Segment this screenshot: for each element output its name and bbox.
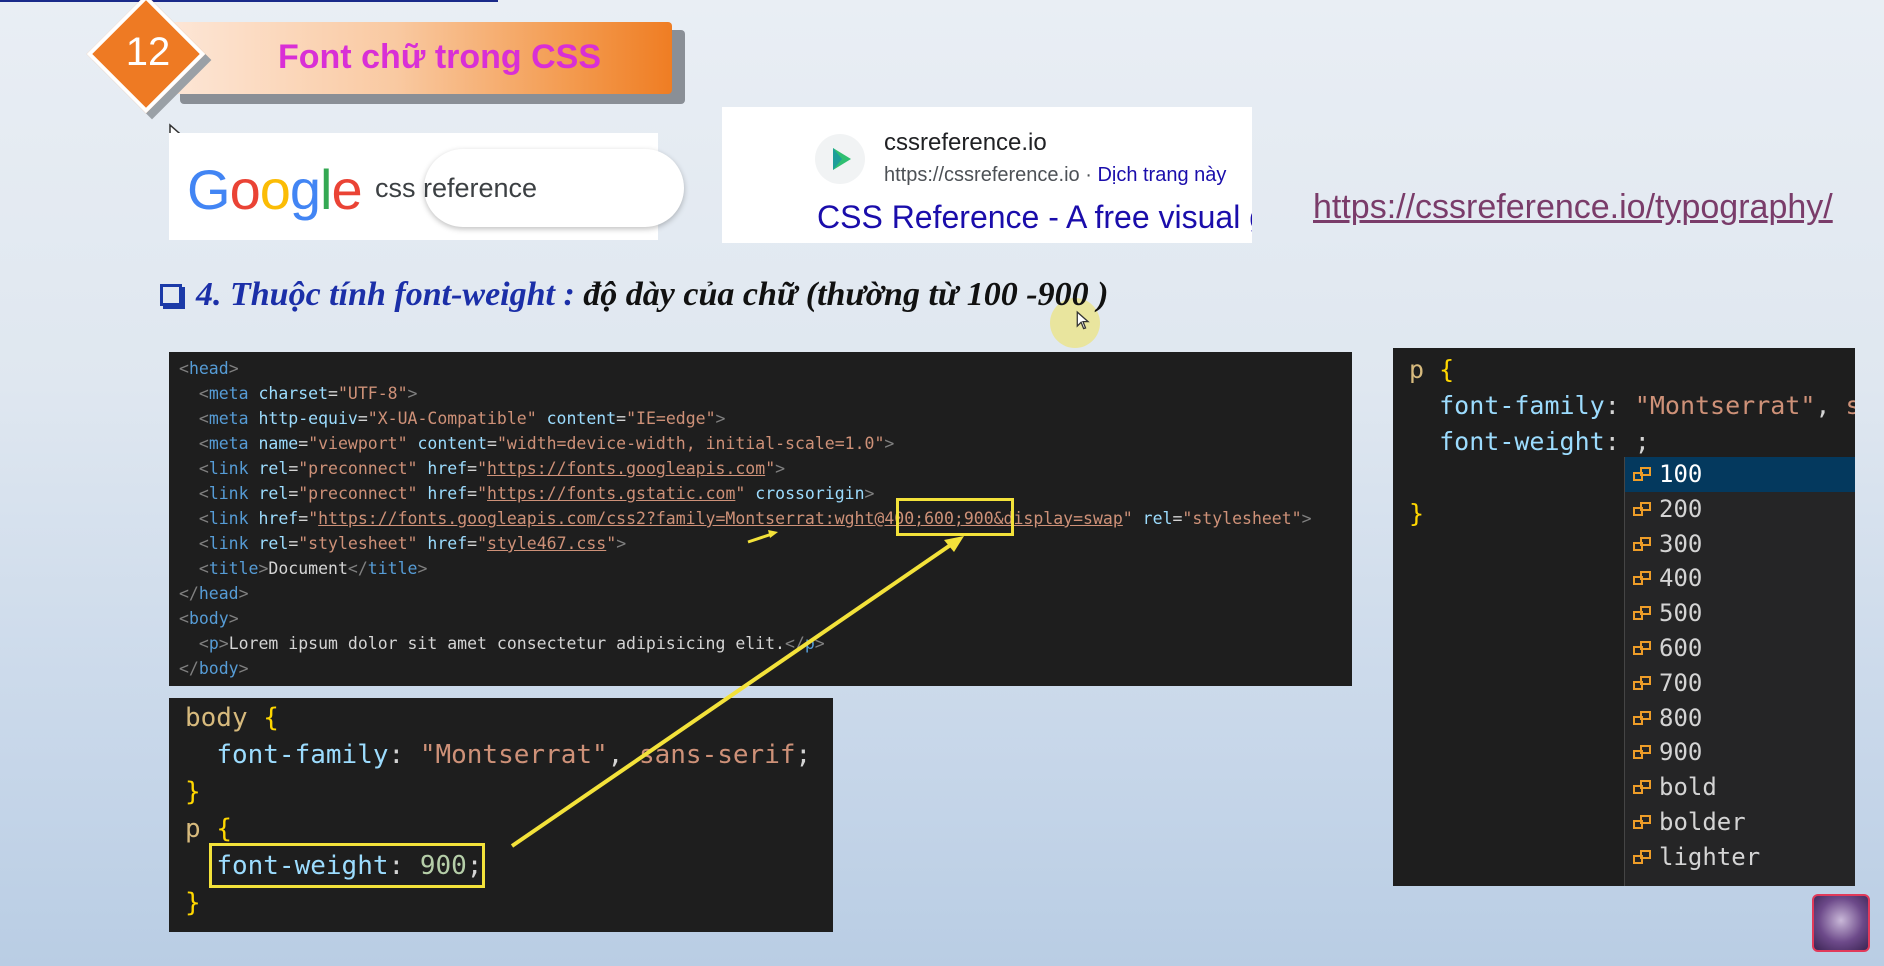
enum-value-icon	[1633, 571, 1651, 587]
autocomplete-item-label: 500	[1659, 599, 1703, 628]
autocomplete-item[interactable]: lighter	[1625, 840, 1855, 875]
autocomplete-item-label: 600	[1659, 633, 1703, 662]
autocomplete-item[interactable]: 300	[1625, 527, 1855, 562]
enum-value-icon	[1633, 536, 1651, 553]
enum-value-icon	[1633, 780, 1651, 796]
small-arrow-head-icon	[768, 530, 778, 538]
enum-value-icon	[1633, 501, 1651, 518]
enum-value-icon	[1633, 467, 1651, 483]
enum-value-icon	[1633, 745, 1651, 761]
autocomplete-item-label: lighter	[1659, 842, 1761, 871]
autocomplete-item-label: 100	[1659, 460, 1703, 488]
enum-value-icon	[1633, 606, 1651, 622]
autocomplete-item[interactable]: 100	[1625, 457, 1855, 492]
autocomplete-item[interactable]: 400	[1625, 561, 1855, 596]
enum-value-icon	[1633, 849, 1651, 866]
autocomplete-item-label: 700	[1659, 668, 1703, 697]
enum-value-icon	[1633, 710, 1651, 727]
autocomplete-item[interactable]: 800	[1625, 701, 1855, 736]
autocomplete-item-label: bold	[1659, 773, 1717, 802]
autocomplete-item[interactable]: 200	[1625, 492, 1855, 527]
autocomplete-item[interactable]: bold	[1625, 770, 1855, 805]
enum-value-icon	[1633, 640, 1651, 657]
autocomplete-item[interactable]: 900	[1625, 735, 1855, 770]
code-line: font-family: "Montserrat", sans-serif;	[1439, 391, 1855, 420]
autocomplete-item-label: 400	[1659, 564, 1703, 593]
small-arrow-line	[747, 532, 773, 544]
autocomplete-item-label: 200	[1659, 494, 1703, 523]
code-line: font-weight: ;	[1439, 427, 1650, 456]
autocomplete-item[interactable]: 500	[1625, 596, 1855, 631]
code-line: p {	[1409, 355, 1455, 384]
editor-autocomplete-panel: p { font-family: "Montserrat", sans-seri…	[1393, 348, 1855, 886]
autocomplete-item-label: 300	[1659, 529, 1703, 558]
autocomplete-item-label: 900	[1659, 738, 1703, 767]
channel-avatar[interactable]	[1812, 894, 1870, 952]
enum-value-icon	[1633, 814, 1651, 831]
enum-value-icon	[1633, 675, 1651, 692]
autocomplete-list[interactable]: 100 200 300 400 500 600 700 800 900 bold bolder lig…	[1624, 457, 1855, 886]
autocomplete-item[interactable]: bolder	[1625, 805, 1855, 840]
autocomplete-item[interactable]: 700	[1625, 666, 1855, 701]
autocomplete-item-label: 800	[1659, 703, 1703, 732]
autocomplete-item[interactable]: 600	[1625, 631, 1855, 666]
arrow-line	[510, 542, 954, 848]
autocomplete-item-label: bolder	[1659, 807, 1746, 836]
